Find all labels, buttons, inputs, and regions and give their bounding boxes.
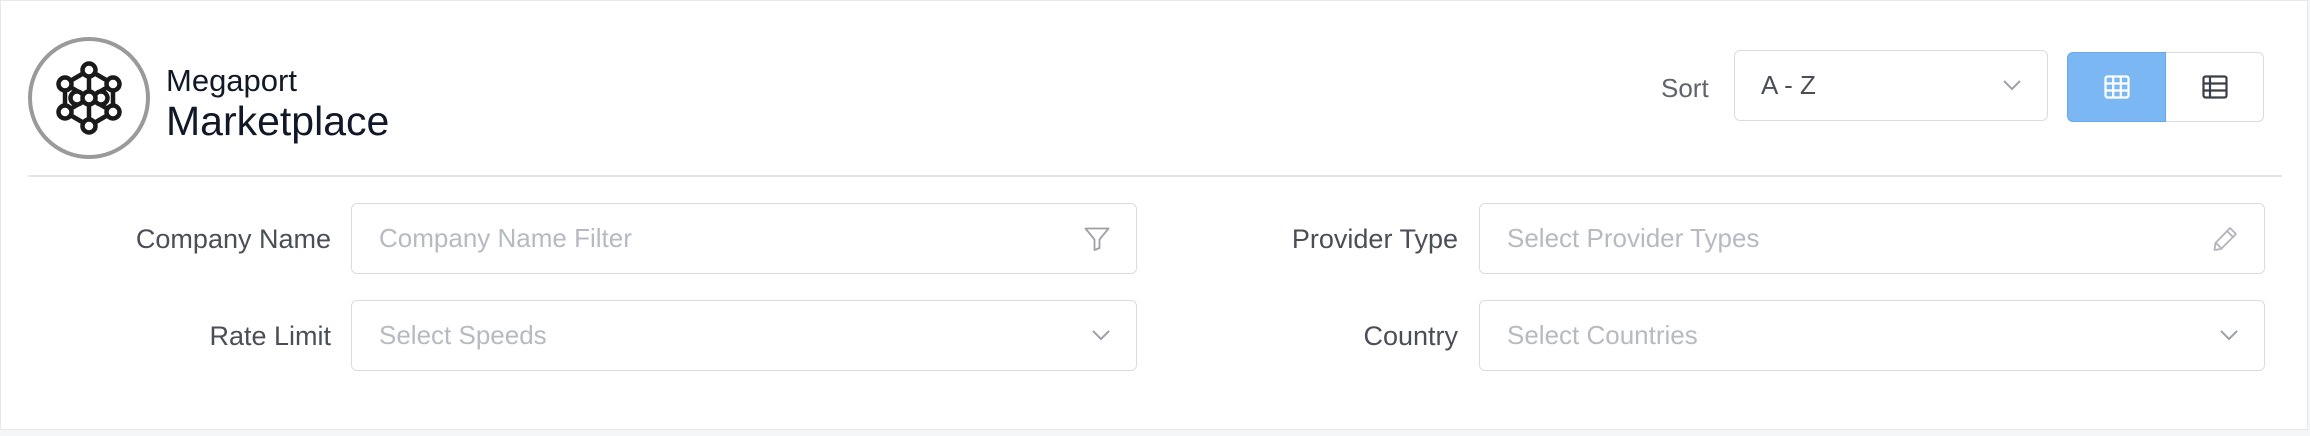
page-title: Marketplace: [166, 98, 390, 144]
chevron-down-icon: [1092, 330, 1110, 341]
grid-view-button[interactable]: [2067, 52, 2166, 122]
marketplace-header-panel: Megaport Marketplace Sort A - Z Company …: [0, 0, 2308, 430]
rate-limit-label: Rate Limit: [209, 321, 331, 351]
sort-label: Sort: [1661, 73, 1709, 103]
country-select[interactable]: Select Countries: [1479, 300, 2265, 371]
country-placeholder: Select Countries: [1507, 320, 1698, 350]
list-view-icon: [2201, 75, 2228, 99]
company-name-label: Company Name: [135, 224, 331, 254]
list-view-button[interactable]: [2166, 52, 2264, 122]
brand-company-name: Megaport: [166, 63, 297, 98]
pencil-icon: [2212, 226, 2238, 252]
provider-type-label: Provider Type: [1291, 224, 1458, 254]
country-label: Country: [1363, 321, 1458, 351]
megaport-logo: [28, 37, 150, 159]
provider-type-select[interactable]: Select Provider Types: [1479, 203, 2265, 274]
grid-view-icon: [2103, 75, 2130, 99]
chevron-down-icon: [2003, 80, 2021, 91]
network-nodes-icon: [47, 56, 131, 140]
header-divider: [28, 175, 2282, 177]
sort-select[interactable]: A - Z: [1734, 50, 2048, 121]
rate-limit-placeholder: Select Speeds: [379, 320, 547, 350]
company-name-placeholder: Company Name Filter: [379, 223, 632, 253]
provider-type-placeholder: Select Provider Types: [1507, 223, 1760, 253]
company-name-filter-input[interactable]: Company Name Filter: [351, 203, 1137, 274]
view-toggle: [2067, 52, 2264, 122]
sort-selected-value: A - Z: [1761, 70, 1816, 100]
filter-icon: [1084, 227, 1110, 251]
rate-limit-select[interactable]: Select Speeds: [351, 300, 1137, 371]
chevron-down-icon: [2220, 330, 2238, 341]
